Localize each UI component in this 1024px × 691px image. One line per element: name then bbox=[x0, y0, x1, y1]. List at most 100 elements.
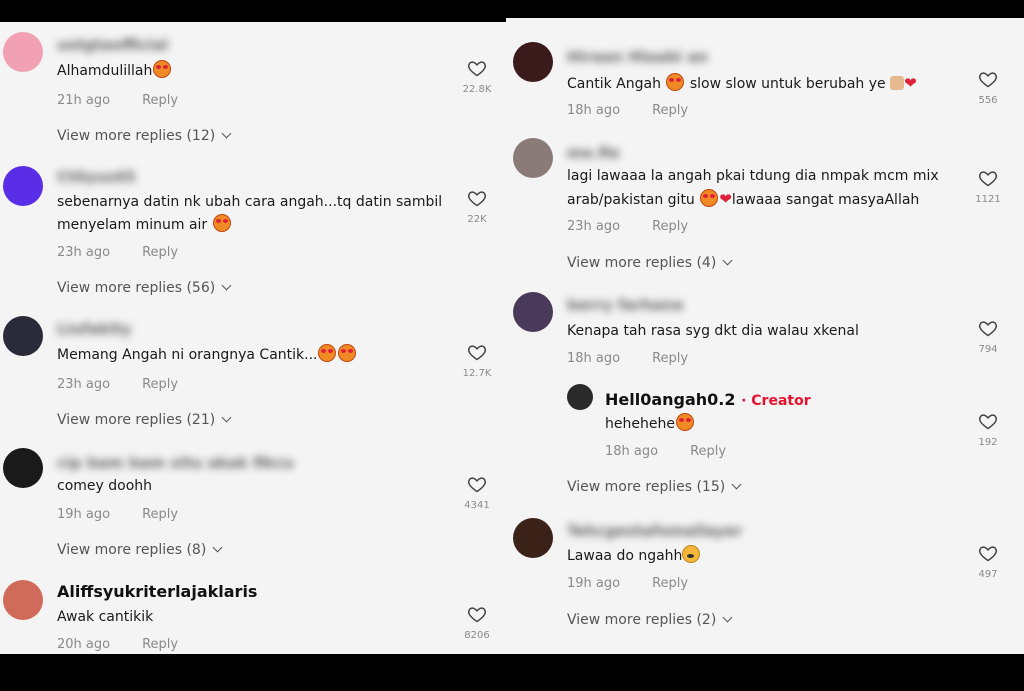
reply-meta: 18h ago Reply bbox=[605, 444, 726, 459]
like-count: 556 bbox=[978, 95, 998, 106]
username[interactable]: Liufakity bbox=[57, 320, 131, 338]
timestamp: 18h ago bbox=[605, 444, 659, 459]
comment-text: Memang Angah ni orangnya Cantik... bbox=[57, 344, 357, 367]
reply-button[interactable]: Reply bbox=[142, 637, 178, 652]
heart-icon[interactable] bbox=[978, 318, 998, 338]
comment-item: berry farhana Kenapa tah rasa syg dkt di… bbox=[506, 286, 1024, 376]
timestamp: 21h ago bbox=[57, 93, 111, 108]
comment-text-continued: lawaaa sangat masyaAllah bbox=[731, 192, 920, 208]
view-more-replies-button[interactable]: View more replies (2) bbox=[567, 612, 733, 628]
username[interactable]: Hiraan Hlaabi an bbox=[567, 48, 708, 66]
username[interactable]: Ct0yuz45 bbox=[57, 168, 136, 186]
reply-button[interactable]: Reply bbox=[652, 103, 688, 118]
reply-text: hehehehe bbox=[605, 413, 695, 436]
comment-item: cip bam bam situ akak fikcu comey doohh … bbox=[0, 440, 506, 570]
like-block: 4341 bbox=[452, 474, 502, 511]
like-block: 497 bbox=[963, 543, 1013, 580]
comment-item: Tehcgestafomallayer Lawaa do ngahh 19h a… bbox=[506, 512, 1024, 642]
view-more-label: View more replies (8) bbox=[57, 542, 207, 558]
username[interactable]: berry farhana bbox=[567, 296, 683, 314]
chevron-down-icon bbox=[722, 612, 733, 623]
avatar[interactable] bbox=[513, 292, 553, 332]
comment-meta: 18h ago Reply bbox=[567, 103, 688, 118]
avatar[interactable] bbox=[513, 518, 553, 558]
creator-name: Hell0angah0.2 bbox=[605, 390, 736, 409]
comment-text: Awak cantikik bbox=[57, 606, 153, 629]
username[interactable]: cip bam bam situ akak fikcu bbox=[57, 454, 294, 472]
timestamp: 18h ago bbox=[567, 351, 621, 366]
red-heart-icon: ❤ bbox=[904, 74, 917, 92]
view-more-replies-button[interactable]: View more replies (56) bbox=[57, 280, 232, 296]
username[interactable]: ustgtaofficial bbox=[57, 36, 168, 54]
view-more-replies-button[interactable]: View more replies (4) bbox=[567, 255, 733, 271]
heart-icon[interactable] bbox=[467, 58, 487, 78]
thumbs-up-icon bbox=[890, 76, 905, 90]
creator-avatar[interactable] bbox=[567, 384, 593, 410]
reply-button[interactable]: Reply bbox=[652, 576, 688, 591]
comment-meta: 23h ago Reply bbox=[57, 245, 178, 260]
crying-face-icon bbox=[682, 545, 701, 563]
comment-text-content: Kenapa tah rasa syg dkt dia walau xkenal bbox=[567, 323, 859, 339]
view-more-label: View more replies (12) bbox=[57, 128, 216, 144]
timestamp: 23h ago bbox=[57, 245, 111, 260]
reply-text-content: hehehehe bbox=[605, 416, 675, 432]
heart-icon[interactable] bbox=[467, 604, 487, 624]
heart-eyes-face-icon bbox=[666, 73, 685, 91]
comment-text-content: Lawaa do ngahh bbox=[567, 548, 683, 564]
heart-icon[interactable] bbox=[978, 543, 998, 563]
comment-text: Lawaa do ngahh bbox=[567, 545, 701, 568]
heart-icon[interactable] bbox=[978, 411, 998, 431]
comment-text-content: Memang Angah ni orangnya Cantik... bbox=[57, 347, 318, 363]
avatar[interactable] bbox=[513, 42, 553, 82]
view-more-label: View more replies (15) bbox=[567, 479, 726, 495]
comment-text: comey doohh bbox=[57, 475, 152, 498]
reply-button[interactable]: Reply bbox=[142, 93, 178, 108]
like-count: 497 bbox=[978, 569, 998, 580]
comment-item: ustgtaofficial Alhamdulillah 21h ago Repl… bbox=[0, 22, 506, 152]
view-more-replies-button[interactable]: View more replies (15) bbox=[567, 479, 742, 495]
chevron-down-icon bbox=[221, 128, 232, 139]
heart-eyes-face-icon bbox=[675, 413, 694, 431]
heart-icon[interactable] bbox=[467, 188, 487, 208]
timestamp: 19h ago bbox=[57, 507, 111, 522]
heart-eyes-face-icon bbox=[212, 214, 231, 232]
username[interactable]: Aliffsyukriterlajaklaris bbox=[57, 582, 257, 601]
comment-text: Alhamdulillah bbox=[57, 60, 172, 83]
reply-button[interactable]: Reply bbox=[142, 245, 178, 260]
view-more-replies-button[interactable]: View more replies (8) bbox=[57, 542, 223, 558]
comment-meta: 23h ago Reply bbox=[57, 377, 178, 392]
like-block: 556 bbox=[963, 69, 1013, 106]
like-count: 4341 bbox=[464, 500, 490, 511]
avatar[interactable] bbox=[513, 138, 553, 178]
like-count: 12.7K bbox=[462, 368, 492, 379]
heart-icon[interactable] bbox=[467, 474, 487, 494]
comment-item: Aliffsyukriterlajaklaris Awak cantikik 2… bbox=[0, 570, 506, 654]
avatar[interactable] bbox=[3, 316, 43, 356]
view-more-replies-button[interactable]: View more replies (21) bbox=[57, 412, 232, 428]
comment-item: Hiraan Hlaabi an Cantik Angah slow slow … bbox=[506, 18, 1024, 128]
comment-item: Liufakity Memang Angah ni orangnya Canti… bbox=[0, 310, 506, 440]
reply-button[interactable]: Reply bbox=[652, 351, 688, 366]
timestamp: 18h ago bbox=[567, 103, 621, 118]
username[interactable]: Tehcgestafomallayer bbox=[567, 522, 742, 540]
creator-username[interactable]: Hell0angah0.2 · Creator bbox=[605, 390, 811, 409]
reply-button[interactable]: Reply bbox=[142, 377, 178, 392]
comment-text-content: Cantik Angah bbox=[567, 76, 661, 92]
avatar[interactable] bbox=[3, 448, 43, 488]
reply-button[interactable]: Reply bbox=[690, 444, 726, 459]
comment-text-content: comey doohh bbox=[57, 478, 153, 494]
heart-icon[interactable] bbox=[978, 168, 998, 188]
heart-icon[interactable] bbox=[978, 69, 998, 89]
avatar[interactable] bbox=[3, 166, 43, 206]
reply-button[interactable]: Reply bbox=[142, 507, 178, 522]
heart-icon[interactable] bbox=[467, 342, 487, 362]
like-block: 1121 bbox=[963, 168, 1013, 205]
view-more-label: View more replies (21) bbox=[57, 412, 216, 428]
reply-button[interactable]: Reply bbox=[652, 219, 688, 234]
view-more-replies-button[interactable]: View more replies (12) bbox=[57, 128, 232, 144]
avatar[interactable] bbox=[3, 580, 43, 620]
heart-eyes-face-icon bbox=[153, 60, 172, 78]
comment-text-content: Alhamdulillah bbox=[57, 63, 153, 79]
avatar[interactable] bbox=[3, 32, 43, 72]
username[interactable]: me.fie bbox=[567, 144, 620, 162]
